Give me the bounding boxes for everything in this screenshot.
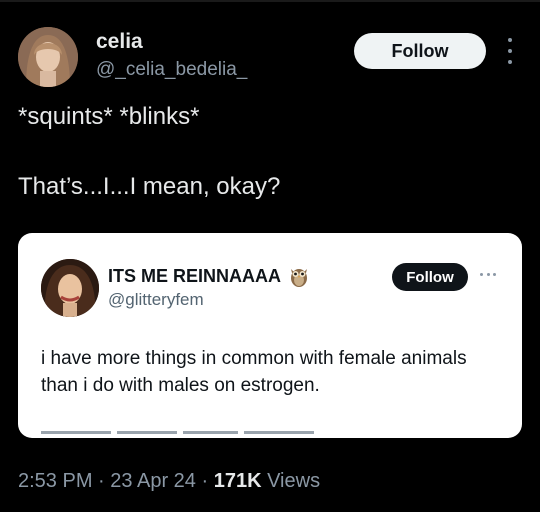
quoted-author-avatar-image — [41, 259, 99, 317]
tweet-metadata: 2:53 PM · 23 Apr 24 · 171K Views — [18, 470, 320, 493]
more-vertical-icon[interactable] — [500, 38, 520, 64]
quoted-cut-off-metadata — [41, 431, 371, 438]
author-display-name[interactable]: celia — [96, 30, 143, 54]
author-avatar-image — [18, 27, 78, 87]
timestamp-time[interactable]: 2:53 PM — [18, 470, 92, 492]
meta-separator: · — [98, 470, 105, 492]
quoted-follow-button[interactable]: Follow — [392, 263, 468, 291]
meta-separator: · — [201, 470, 209, 492]
tweet-text-line-2: That’s...I...I mean, okay? — [18, 173, 281, 200]
views-label: Views — [267, 470, 321, 492]
quoted-author-name-text: ITS ME REINNAAAA — [108, 265, 282, 286]
quoted-author-avatar[interactable] — [41, 259, 99, 317]
owl-icon — [289, 265, 309, 287]
author-handle[interactable]: @_celia_bedelia_ — [96, 59, 247, 81]
author-avatar[interactable] — [18, 27, 78, 87]
quoted-author-display-name[interactable]: ITS ME REINNAAAA — [108, 265, 309, 287]
quoted-tweet-text: i have more things in common with female… — [41, 348, 467, 396]
tweet-text-line-1: *squints* *blinks* — [18, 103, 200, 130]
quoted-tweet-card[interactable]: ITS ME REINNAAAA @glitteryfem Follow i h… — [18, 233, 522, 438]
timestamp-date[interactable]: 23 Apr 24 — [110, 470, 196, 492]
quoted-author-handle[interactable]: @glitteryfem — [108, 290, 204, 310]
views-count: 171K — [213, 470, 262, 492]
more-horizontal-icon[interactable] — [480, 273, 496, 277]
top-divider — [0, 0, 540, 2]
follow-button[interactable]: Follow — [354, 33, 486, 69]
